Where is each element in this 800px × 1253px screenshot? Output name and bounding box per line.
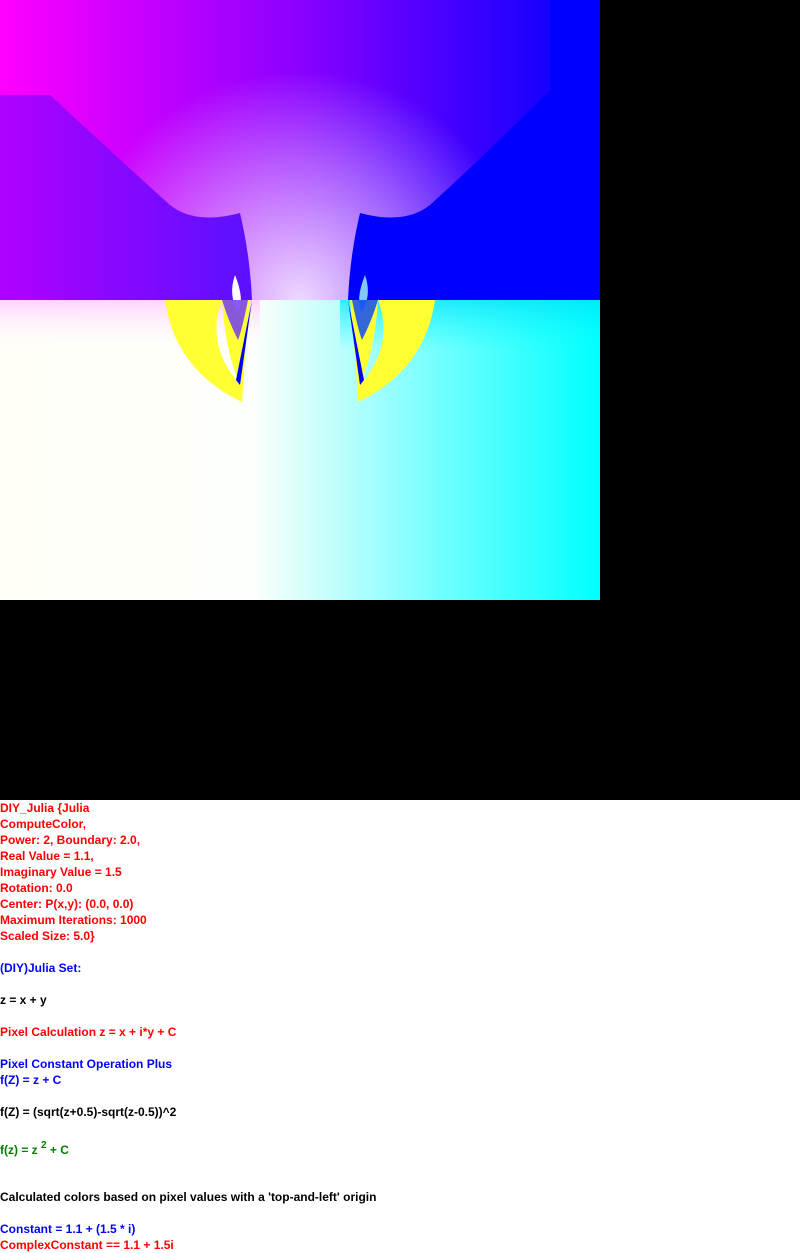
param-line: Center: P(x,y): (0.0, 0.0) — [0, 897, 134, 911]
constant-line: Constant = 1.1 + (1.5 * i) — [0, 1222, 136, 1236]
complex-constant-line: ComplexConstant == 1.1 + 1.5i — [0, 1238, 174, 1252]
param-line: Maximum Iterations: 1000 — [0, 913, 147, 927]
z-definition: z = x + y — [0, 993, 47, 1007]
formula-plus: f(Z) = z + C — [0, 1073, 62, 1087]
formula-sqrt: f(Z) = (sqrt(z+0.5)-sqrt(z-0.5))^2 — [0, 1105, 177, 1119]
set-title: (DIY)Julia Set: — [0, 961, 82, 975]
fractal-image — [0, 0, 600, 600]
param-line: Real Value = 1.1, — [0, 849, 94, 863]
pixel-operation: Pixel Constant Operation Plus — [0, 1057, 173, 1071]
formula-power: f(z) = z 2 + C — [0, 1141, 69, 1158]
param-line: Rotation: 0.0 — [0, 881, 73, 895]
pixel-calculation: Pixel Calculation z = x + i*y + C — [0, 1025, 177, 1039]
formula-prefix: f(z) = z — [0, 1143, 41, 1157]
param-line: ComputeColor, — [0, 817, 86, 831]
formula-suffix: + C — [46, 1143, 69, 1157]
param-line: Imaginary Value = 1.5 — [0, 865, 122, 879]
param-line: Scaled Size: 5.0} — [0, 929, 95, 943]
param-line: Power: 2, Boundary: 2.0, — [0, 833, 141, 847]
param-line: DIY_Julia {Julia — [0, 801, 90, 815]
origin-note: Calculated colors based on pixel values … — [0, 1190, 377, 1204]
